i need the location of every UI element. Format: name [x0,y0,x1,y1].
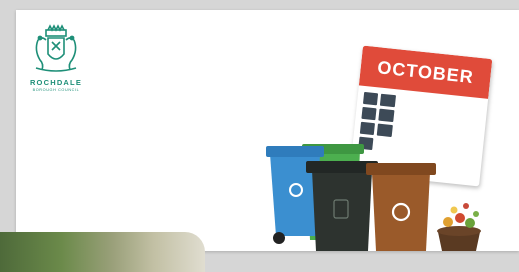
photo-image [0,232,205,272]
calendar-cell [449,101,464,114]
calendar-cell [413,112,428,125]
coat-of-arms-icon [35,24,77,72]
calendar-cell [430,114,445,127]
calendar-cell [415,97,430,110]
calendar-cell [466,103,481,116]
garden-photo [0,232,205,272]
calendar-cell [447,116,462,129]
recycling-banner: ROCHDALE BOROUGH COUNCIL OCTOBER [16,10,519,251]
calendar-cell [362,91,379,106]
calendar-cell [432,99,447,112]
bins-illustration [266,144,481,251]
food-waste-icon [437,203,481,251]
calendar-cell [361,106,377,121]
calendar-cell [378,108,395,123]
logo-name: ROCHDALE [29,78,83,87]
logo-subtitle: BOROUGH COUNCIL [32,88,80,92]
brown-bin [366,163,436,251]
council-logo[interactable]: ROCHDALE BOROUGH COUNCIL [24,24,88,92]
calendar-cell [397,96,412,109]
calendar-cell [380,93,396,108]
calendar-cell [396,110,411,123]
